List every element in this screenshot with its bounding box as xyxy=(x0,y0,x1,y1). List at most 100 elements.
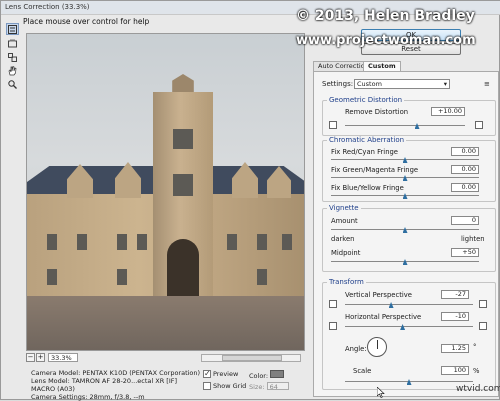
vignette-amount-slider[interactable] xyxy=(402,227,408,233)
grid-color-swatch[interactable] xyxy=(270,370,285,378)
chromatic-aberration-legend: Chromatic Aberration xyxy=(327,136,407,144)
zoom-level-field[interactable]: 33.3% xyxy=(48,353,78,362)
scale-label: Scale xyxy=(353,367,372,375)
blue-yellow-label: Fix Blue/Yellow Fringe xyxy=(331,184,404,192)
vignette-midpoint-field[interactable]: +50 xyxy=(451,248,479,257)
custom-settings-panel: Settings: Custom ▾ ≡ Geometric Distortio… xyxy=(313,71,499,397)
blue-yellow-field[interactable]: 0.00 xyxy=(451,183,479,192)
vertical-perspective-field[interactable]: -27 xyxy=(441,290,469,299)
zoom-out-button[interactable]: − xyxy=(26,353,35,362)
preview-option[interactable]: Preview xyxy=(203,369,239,378)
remove-distortion-label: Remove Distortion xyxy=(345,108,409,116)
settings-menu-icon[interactable]: ≡ xyxy=(484,80,490,88)
preview-ground xyxy=(27,296,304,350)
vertical-perspective-right-icon xyxy=(479,300,487,308)
straighten-tool-icon[interactable] xyxy=(6,37,19,49)
horizontal-perspective-slider[interactable] xyxy=(400,324,406,330)
preview-label: Preview xyxy=(213,370,239,378)
site-watermark: www.projectwoman.com xyxy=(296,33,476,48)
grid-size-control: Size: 64 xyxy=(249,382,289,391)
scale-unit: % xyxy=(473,367,480,375)
geometric-distortion-group: Geometric Distortion Remove Distortion +… xyxy=(322,96,496,136)
preview-window xyxy=(227,234,237,250)
horizontal-perspective-right-icon xyxy=(479,322,487,330)
hand-tool-icon[interactable] xyxy=(6,65,19,77)
horizontal-perspective-field[interactable]: -10 xyxy=(441,312,469,321)
tool-bar xyxy=(1,17,23,357)
tab-bar: Auto Correction Custom xyxy=(313,61,498,71)
geometric-distortion-legend: Geometric Distortion xyxy=(327,96,405,104)
zoom-in-button[interactable]: + xyxy=(36,353,45,362)
grid-size-label: Size: xyxy=(249,383,265,391)
green-magenta-label: Fix Green/Magenta Fringe xyxy=(331,166,419,174)
vertical-perspective-label: Vertical Perspective xyxy=(345,291,412,299)
grid-size-select[interactable]: 64 xyxy=(266,382,289,391)
vignette-group: Vignette Amount 0 darken lighten Midpoin… xyxy=(322,204,496,272)
blue-yellow-slider[interactable] xyxy=(402,193,408,199)
preview-window xyxy=(77,234,87,250)
transform-group: Transform Vertical Perspective -27 Horiz… xyxy=(322,278,496,390)
window-title: Lens Correction (33.3%) xyxy=(5,3,90,11)
scrollbar-thumb[interactable] xyxy=(222,355,282,361)
preview-window xyxy=(47,269,57,285)
image-preview[interactable] xyxy=(26,33,305,351)
preview-horizontal-scrollbar[interactable] xyxy=(201,354,301,362)
vignette-amount-label: Amount xyxy=(331,217,358,225)
settings-label: Settings: xyxy=(322,80,354,88)
mouse-cursor-icon xyxy=(376,386,385,400)
darken-label: darken xyxy=(331,235,355,243)
preview-checkbox[interactable] xyxy=(203,369,211,378)
move-grid-tool-icon[interactable] xyxy=(6,51,19,63)
preview-window xyxy=(137,234,147,250)
vertical-perspective-track[interactable] xyxy=(345,304,473,305)
scale-field[interactable]: 100 xyxy=(441,366,469,375)
angle-label: Angle: xyxy=(345,345,367,353)
corner-watermark: wtvid.com xyxy=(456,384,500,394)
scale-slider[interactable] xyxy=(406,379,412,385)
angle-dial[interactable] xyxy=(367,337,387,357)
green-magenta-field[interactable]: 0.00 xyxy=(451,165,479,174)
grid-color-control: Color: xyxy=(249,370,285,380)
zoom-tool-icon[interactable] xyxy=(6,78,19,90)
horizontal-perspective-track[interactable] xyxy=(345,326,473,327)
red-cyan-label: Fix Red/Cyan Fringe xyxy=(331,148,398,156)
vertical-perspective-left-icon xyxy=(329,300,337,308)
preview-window xyxy=(282,234,292,250)
lighten-label: lighten xyxy=(461,235,485,243)
preview-window xyxy=(173,129,193,149)
vignette-amount-field[interactable]: 0 xyxy=(451,216,479,225)
settings-row: Settings: Custom ▾ ≡ xyxy=(322,79,492,92)
red-cyan-slider[interactable] xyxy=(402,157,408,163)
vignette-legend: Vignette xyxy=(327,204,361,212)
remove-distortion-field[interactable]: +10.00 xyxy=(431,107,465,116)
chromatic-aberration-group: Chromatic Aberration Fix Red/Cyan Fringe… xyxy=(322,136,496,202)
vertical-perspective-slider[interactable] xyxy=(388,302,394,308)
vignette-midpoint-slider[interactable] xyxy=(402,259,408,265)
preview-window xyxy=(257,234,267,250)
show-grid-option[interactable]: Show Grid xyxy=(203,382,246,390)
help-hint: Place mouse over control for help xyxy=(23,17,150,26)
chevron-down-icon: ▾ xyxy=(443,80,447,88)
show-grid-checkbox[interactable] xyxy=(203,382,211,390)
red-cyan-field[interactable]: 0.00 xyxy=(451,147,479,156)
green-magenta-slider[interactable] xyxy=(402,175,408,181)
pincushion-icon xyxy=(329,121,337,129)
tab-custom[interactable]: Custom xyxy=(363,61,401,71)
remove-distortion-tool-icon[interactable] xyxy=(6,23,19,35)
preview-window xyxy=(117,234,127,250)
angle-dial-indicator xyxy=(377,340,378,349)
camera-info: Camera Model: PENTAX K10D (PENTAX Corpor… xyxy=(31,369,201,401)
remove-distortion-track[interactable] xyxy=(345,125,465,126)
settings-select[interactable]: Custom ▾ xyxy=(354,79,450,89)
preview-window xyxy=(47,234,57,250)
preview-window xyxy=(117,269,127,285)
vignette-midpoint-label: Midpoint xyxy=(331,249,361,257)
angle-field[interactable]: 1.25 xyxy=(441,344,469,353)
grid-color-label: Color: xyxy=(249,372,269,380)
lens-model: Lens Model: TAMRON AF 28-20...ectal XR [… xyxy=(31,377,178,393)
show-grid-label: Show Grid xyxy=(213,382,247,390)
barrel-icon xyxy=(475,121,483,129)
lens-correction-window: Lens Correction (33.3%) Place mouse over… xyxy=(0,0,500,401)
remove-distortion-slider[interactable] xyxy=(414,123,420,129)
preview-archway xyxy=(167,239,199,299)
